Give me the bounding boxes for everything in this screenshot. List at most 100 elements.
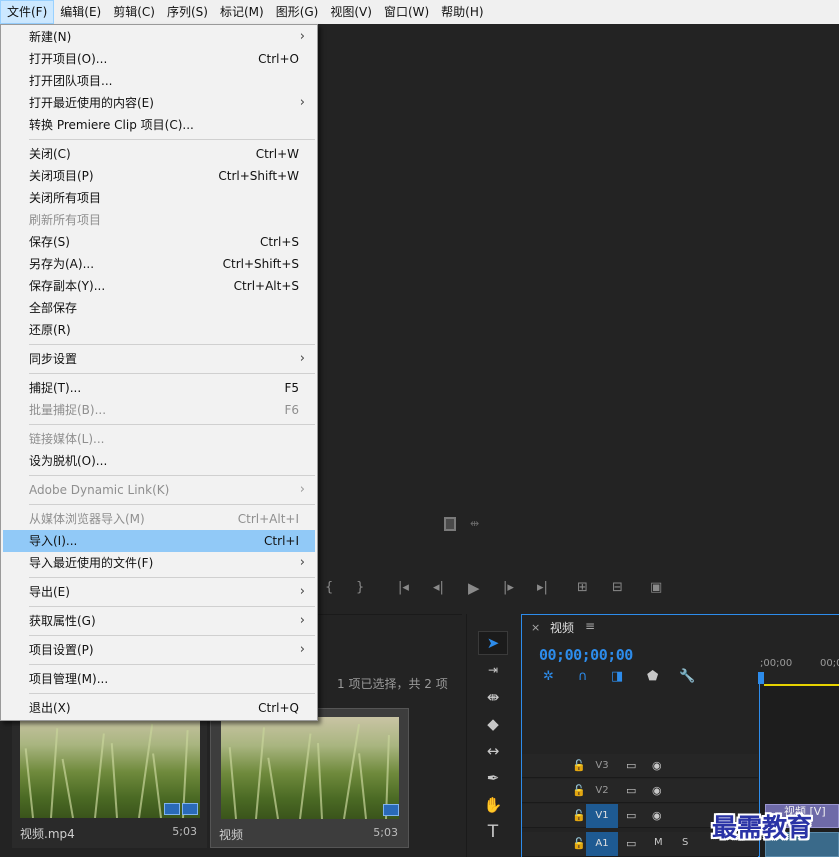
menu-item-import[interactable]: 导入(I)... Ctrl+I: [3, 530, 315, 552]
menu-file[interactable]: 文件(F): [0, 0, 55, 24]
razor-tool-icon[interactable]: ◆: [478, 712, 508, 736]
timecode-display[interactable]: 00;00;00;00: [539, 646, 633, 664]
add-marker-icon[interactable]: ⬟: [647, 669, 658, 684]
step-forward-icon[interactable]: |▸: [503, 580, 514, 595]
close-tab-icon[interactable]: ×: [531, 621, 540, 634]
menu-item-link-media[interactable]: 链接媒体(L)...: [3, 428, 315, 450]
type-tool-icon[interactable]: T: [478, 820, 508, 844]
ripple-edit-tool-icon[interactable]: ⇼: [478, 685, 508, 709]
menu-help[interactable]: 帮助(H): [435, 0, 489, 24]
project-item[interactable]: 视频 5;03: [210, 708, 409, 848]
menu-item-label: 打开项目(O)...: [29, 52, 108, 66]
menu-item-close-project[interactable]: 关闭项目(P) Ctrl+Shift+W: [3, 165, 315, 187]
menu-item-save-all[interactable]: 全部保存: [3, 297, 315, 319]
sync-lock-icon[interactable]: ▭: [626, 759, 636, 772]
menu-item-close[interactable]: 关闭(C) Ctrl+W: [3, 143, 315, 165]
menu-bar: 文件(F) 编辑(E) 剪辑(C) 序列(S) 标记(M) 图形(G) 视图(V…: [0, 0, 839, 24]
lock-icon[interactable]: 🔓: [572, 837, 586, 850]
track-target[interactable]: V1: [586, 804, 618, 828]
menu-item-project-manager[interactable]: 项目管理(M)...: [3, 668, 315, 690]
hand-tool-icon[interactable]: ✋: [478, 793, 508, 817]
eye-icon[interactable]: ◉: [652, 784, 662, 797]
menu-item-save[interactable]: 保存(S) Ctrl+S: [3, 231, 315, 253]
menu-item-dynamic-link[interactable]: Adobe Dynamic Link(K) ›: [3, 479, 315, 501]
menu-item-open-recent[interactable]: 打开最近使用的内容(E) ›: [3, 92, 315, 114]
lock-icon[interactable]: 🔓: [572, 759, 586, 772]
mark-out-icon[interactable]: }: [356, 580, 364, 595]
panel-menu-icon[interactable]: ≡: [585, 619, 595, 633]
track-select-tool-icon[interactable]: ⇥: [478, 658, 508, 682]
sync-lock-icon[interactable]: ▭: [626, 837, 636, 850]
menu-edit[interactable]: 编辑(E): [54, 0, 107, 24]
linked-selection-icon[interactable]: ◨: [611, 669, 623, 684]
menu-marker[interactable]: 标记(M): [214, 0, 270, 24]
menu-item-open-team-project[interactable]: 打开团队项目...: [3, 70, 315, 92]
menu-item-import-from-browser[interactable]: 从媒体浏览器导入(M) Ctrl+Alt+I: [3, 508, 315, 530]
project-item[interactable]: 视频.mp4 5;03: [12, 708, 207, 848]
mark-in-icon[interactable]: {: [325, 580, 333, 595]
go-to-out-icon[interactable]: ▸|: [537, 580, 548, 595]
menu-item-project-settings[interactable]: 项目设置(P) ›: [3, 639, 315, 661]
nest-icon[interactable]: ✲: [543, 669, 554, 684]
eye-icon[interactable]: ◉: [652, 759, 662, 772]
track-target[interactable]: A1: [586, 832, 618, 856]
step-back-icon[interactable]: ◂|: [433, 580, 444, 595]
menu-item-export[interactable]: 导出(E) ›: [3, 581, 315, 603]
menu-item-convert-clip[interactable]: 转换 Premiere Clip 项目(C)...: [3, 114, 315, 136]
menu-item-open-project[interactable]: 打开项目(O)... Ctrl+O: [3, 48, 315, 70]
menu-item-save-as[interactable]: 另存为(A)... Ctrl+Shift+S: [3, 253, 315, 275]
menu-item-make-offline[interactable]: 设为脱机(O)...: [3, 450, 315, 472]
menu-item-label: 关闭项目(P): [29, 169, 94, 183]
selection-tool-icon[interactable]: ➤: [478, 631, 508, 655]
menu-graphics[interactable]: 图形(G): [270, 0, 325, 24]
drag-video-icon[interactable]: ⇹: [470, 517, 479, 530]
wrench-icon[interactable]: 🔧: [679, 669, 695, 684]
menu-view[interactable]: 视图(V): [324, 0, 378, 24]
timeline-tab[interactable]: 视频: [550, 619, 574, 636]
lock-icon[interactable]: 🔓: [572, 784, 586, 797]
menu-separator: [29, 577, 315, 578]
sync-lock-icon[interactable]: ▭: [626, 809, 636, 822]
slip-tool-icon[interactable]: ↔: [478, 739, 508, 763]
pen-tool-icon[interactable]: ✒: [478, 766, 508, 790]
menu-item-shortcut: Ctrl+O: [258, 52, 299, 66]
chevron-right-icon: ›: [299, 584, 305, 599]
menu-item-label: 从媒体浏览器导入(M): [29, 512, 145, 526]
menu-separator: [29, 344, 315, 345]
solo-button[interactable]: S: [682, 837, 688, 848]
playhead-handle[interactable]: [758, 672, 764, 684]
track-target[interactable]: V2: [586, 779, 618, 803]
menu-clip[interactable]: 剪辑(C): [107, 0, 161, 24]
menu-item-shortcut: Ctrl+Shift+W: [218, 169, 299, 183]
mute-button[interactable]: M: [654, 837, 663, 848]
chevron-right-icon: ›: [299, 642, 305, 657]
lift-icon[interactable]: ⊞: [577, 580, 588, 595]
menu-sequence[interactable]: 序列(S): [161, 0, 214, 24]
snap-icon[interactable]: ∩: [578, 669, 588, 684]
menu-item-exit[interactable]: 退出(X) Ctrl+Q: [3, 697, 315, 719]
menu-separator: [29, 635, 315, 636]
menu-item-get-properties[interactable]: 获取属性(G) ›: [3, 610, 315, 632]
menu-item-refresh-all[interactable]: 刷新所有项目: [3, 209, 315, 231]
lock-icon[interactable]: 🔓: [572, 809, 586, 822]
play-icon[interactable]: ▶: [468, 579, 480, 597]
menu-item-new[interactable]: 新建(N) ›: [3, 26, 315, 48]
menu-window[interactable]: 窗口(W): [378, 0, 435, 24]
go-to-in-icon[interactable]: |◂: [398, 580, 409, 595]
sync-lock-icon[interactable]: ▭: [626, 784, 636, 797]
menu-item-label: 批量捕捉(B)...: [29, 403, 107, 417]
track-target[interactable]: V3: [586, 754, 618, 778]
menu-item-close-all[interactable]: 关闭所有项目: [3, 187, 315, 209]
monitor-settings-icon[interactable]: [444, 517, 456, 531]
camera-icon[interactable]: ▣: [650, 580, 662, 595]
menu-item-sync-settings[interactable]: 同步设置 ›: [3, 348, 315, 370]
menu-item-batch-capture[interactable]: 批量捕捉(B)... F6: [3, 399, 315, 421]
selection-status: 1 项已选择，共 2 项: [337, 677, 448, 691]
menu-item-revert[interactable]: 还原(R): [3, 319, 315, 341]
menu-item-capture[interactable]: 捕捉(T)... F5: [3, 377, 315, 399]
extract-icon[interactable]: ⊟: [612, 580, 623, 595]
menu-item-import-recent[interactable]: 导入最近使用的文件(F) ›: [3, 552, 315, 574]
menu-item-save-copy[interactable]: 保存副本(Y)... Ctrl+Alt+S: [3, 275, 315, 297]
menu-item-label: 退出(X): [29, 701, 71, 715]
eye-icon[interactable]: ◉: [652, 809, 662, 822]
